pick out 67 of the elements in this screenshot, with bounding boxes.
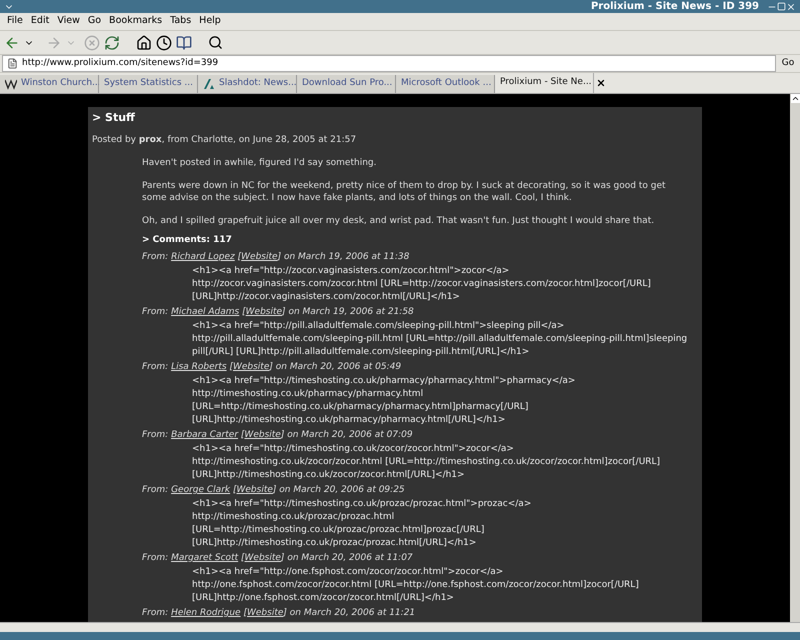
menu-item[interactable]: File — [4, 14, 26, 29]
comments-heading: > Comments: 117 — [142, 234, 233, 247]
comment-body: <h1><a href="http://zocor.vaginasisters.com/zocor.html">zocor</a> http://zocor.vaginasisters.com/zocor.html [URL=http://zocor.vaginasisters.com/zocor.html]zocor[/URL] [URL]http://zocor.vaginasisters.com/zocor.html[/URL]</h1> — [192, 265, 651, 304]
tab-label: Download Sun Pro... — [302, 77, 392, 90]
post-paragraph: Haven't posted in awhile, figured I'd say something. — [142, 157, 378, 169]
author-link[interactable]: Richard Lopez — [171, 252, 235, 262]
comment-body: <h1><a href="http://timeshosting.co.uk/prozac/prozac.html">prozac</a> http://timeshosting.co.uk/prozac/prozac.html [URL=http://timeshosting.co.uk/prozac/prozac.html]prozac[/URL] [URL]http://timeshosting.co.uk/prozac/prozac.html[/URL]</h1> — [192, 498, 532, 550]
browser-tab[interactable]: Slashdot: News... — [198, 75, 297, 93]
browser-tab[interactable]: Microsoft Outlook ... — [396, 75, 495, 93]
website-link[interactable]: Website — [244, 553, 281, 563]
comment-header: From: George Clark [Website] on March 20, 2006 at 09:25 — [142, 484, 406, 497]
search-icon[interactable] — [208, 35, 223, 50]
post-paragraph: Parents were down in NC for the weekend, pretty nice of them to drop by. I suck at decorating, so it was good to get some advise on the subject. I now have fake plants, and lots of things on the wall. Cool, I think. — [142, 180, 667, 204]
address-field[interactable]: http://www.prolixium.com/sitenews?id=399 — [2, 55, 776, 72]
close-icon[interactable] — [596, 78, 606, 88]
comment-header: From: Richard Lopez [Website] on March 19, 2006 at 11:38 — [142, 251, 410, 264]
book-icon[interactable] — [176, 34, 192, 50]
home-icon[interactable] — [136, 34, 152, 50]
author-link[interactable]: George Clark — [171, 485, 230, 495]
window-title: Prolixium - Site News - ID 399 — [590, 0, 759, 12]
slash-logo-icon — [203, 78, 215, 90]
history-icon[interactable] — [156, 34, 172, 50]
website-link[interactable]: Website — [247, 608, 284, 618]
post-byline: Posted by prox, from Charlotte, on June 28, 2005 at 21:57 — [92, 134, 358, 147]
tab-label: Prolixium - Site Ne... — [500, 76, 592, 90]
post-paragraph: Oh, and I spilled grapefruit juice all over my desk, and wrist pad. That wasn't fun. Just thought I would share that. — [142, 215, 656, 227]
website-link[interactable]: Website — [241, 252, 278, 262]
scrollbar[interactable] — [790, 94, 800, 622]
comment-header: From: Margaret Scott [Website] on March 20, 2006 at 11:07 — [142, 552, 414, 565]
website-link[interactable]: Website — [246, 307, 282, 317]
tab-label: Winston Church... — [21, 77, 101, 90]
comment-body: <h1><a href="http://timeshosting.co.uk/zocor/zocor.html">zocor</a> http://timeshosting.co.uk/zocor/zocor.html [URL=http://timeshosting.co.uk/zocor/zocor.html]zocor[/URL] [URL]http://timeshosting.co.uk/zocor/zocor.html[/URL]</h1> — [192, 443, 660, 482]
menu-item[interactable]: View — [54, 14, 83, 29]
post-title: > Stuff — [92, 110, 136, 126]
tab-label: Slashdot: News... — [219, 77, 297, 90]
menu-item[interactable]: Go — [84, 14, 104, 29]
website-link[interactable]: Website — [244, 430, 281, 440]
author-link[interactable]: Barbara Carter — [171, 430, 238, 440]
author-link[interactable]: Lisa Roberts — [171, 362, 227, 372]
maximize-icon[interactable] — [777, 2, 786, 11]
browser-tab[interactable]: Winston Church... — [0, 75, 99, 93]
comment-body: <h1><a href="http://one.fsphost.com/zocor/zocor.html">zocor</a> http://one.fsphost.com/zocor/zocor.html [URL=http://one.fsphost.com/zocor/zocor.html]zocor[/URL] [URL]http://one.fsphost.com/zocor/zocor.html[/URL]</h1> — [192, 566, 639, 605]
comment-header: From: Barbara Carter [Website] on March 20, 2006 at 07:09 — [142, 429, 414, 442]
menu-item[interactable]: Edit — [28, 14, 52, 29]
browser-tab[interactable]: Download Sun Pro... — [297, 75, 396, 93]
author-link[interactable]: Helen Rodrigue — [171, 608, 241, 618]
scroll-up-icon[interactable] — [790, 94, 800, 103]
comment-header: From: Helen Rodrigue [Website] on March 20, 2006 at 11:21 — [142, 607, 416, 620]
w-logo-icon — [5, 78, 17, 90]
go-button[interactable]: Go — [776, 56, 800, 70]
menu-item[interactable]: Help — [196, 14, 224, 29]
comment-body: <h1><a href="http://timeshosting.co.uk/pharmacy/pharmacy.html">pharmacy</a> http://timeshosting.co.uk/pharmacy/pharmacy.html [URL=http://timeshosting.co.uk/pharmacy/pharmacy.html]pharmacy[/URL] [URL]http://timeshosting.co.uk/pharmacy/pharmacy.html[/URL]</h1> — [192, 375, 576, 427]
website-link[interactable]: Website — [236, 485, 273, 495]
browser-tab[interactable]: System Statistics ... — [99, 75, 198, 93]
comment-body: <h1><a href="http://pill.alladultfemale.com/sleeping-pill.html">sleeping pill</a> http://pill.alladultfemale.com/sleeping-pill.html [URL=http://pill.alladultfemale.com/sleeping-pill.html]sleeping pill[/URL] [URL]http://pill.alladultfemale.com/sleeping-pill.html[/URL]</h1> — [192, 320, 688, 359]
back-icon[interactable] — [4, 34, 20, 50]
reload-icon[interactable] — [104, 34, 120, 50]
menu-item[interactable]: Tabs — [167, 14, 194, 29]
website-link[interactable]: Website — [232, 362, 270, 372]
tab-label: System Statistics ... — [104, 77, 194, 90]
comment-header: From: Lisa Roberts [Website] on March 20, 2006 at 05:49 — [142, 361, 402, 374]
author-link[interactable]: Margaret Scott — [171, 553, 238, 563]
page-icon — [7, 58, 18, 69]
tab-label: Microsoft Outlook ... — [401, 77, 492, 90]
author-link[interactable]: Michael Adams — [171, 307, 240, 317]
comment-header: From: Michael Adams [Website] on March 19, 2006 at 21:58 — [142, 306, 415, 319]
menu-item[interactable]: Bookmarks — [106, 14, 166, 29]
